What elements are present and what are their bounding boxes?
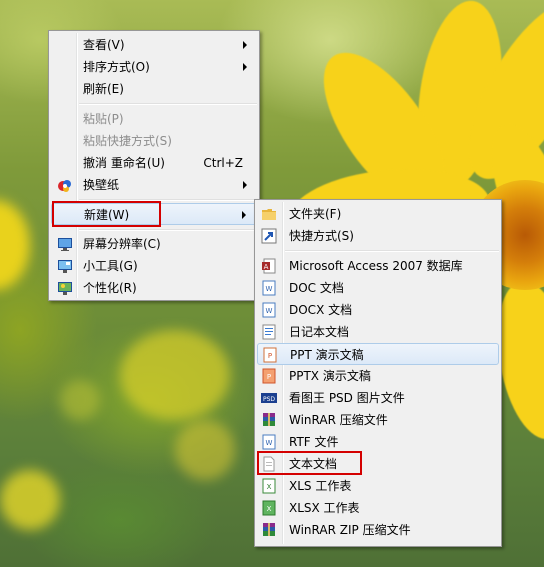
menu-item-shortcut: Ctrl+Z [203, 156, 243, 170]
menu-item-label: WinRAR ZIP 压缩文件 [289, 523, 411, 537]
menu-item-label: 粘贴(P) [83, 112, 124, 126]
submenu-arrow-icon [243, 181, 247, 189]
svg-text:W: W [266, 285, 273, 293]
menu-item-label: XLS 工作表 [289, 479, 352, 493]
personalize-icon [57, 280, 73, 296]
doc-icon: W [261, 280, 277, 296]
menu-item-paste-shortcut[interactable]: 粘贴快捷方式(S) [51, 130, 257, 152]
annotation-highlight-text-document [257, 451, 362, 475]
new-submenu: 文件夹(F) 快捷方式(S) A Microsoft Access 2007 数… [254, 199, 502, 547]
submenu-item-doc[interactable]: W DOC 文档 [257, 277, 499, 299]
menu-item-label: 文件夹(F) [289, 207, 342, 221]
submenu-item-folder[interactable]: 文件夹(F) [257, 203, 499, 225]
menu-item-label: 撤消 重命名(U) [83, 156, 165, 170]
menu-item-label: 个性化(R) [83, 281, 137, 295]
menu-item-label: 排序方式(O) [83, 60, 150, 74]
svg-text:W: W [266, 307, 273, 315]
submenu-item-winrar[interactable]: WinRAR 压缩文件 [257, 409, 499, 431]
access-db-icon: A [261, 258, 277, 274]
wallpaper-icon [57, 177, 73, 193]
folder-icon [261, 206, 277, 222]
gadgets-icon [57, 258, 73, 274]
menu-item-label: 日记本文档 [289, 325, 350, 339]
menu-item-label: PPTX 演示文稿 [289, 369, 371, 383]
menu-item-sort-by[interactable]: 排序方式(O) [51, 56, 257, 78]
psd-icon: PSD [261, 390, 277, 406]
submenu-item-pptx[interactable]: P PPTX 演示文稿 [257, 365, 499, 387]
submenu-item-psd[interactable]: PSD 看图王 PSD 图片文件 [257, 387, 499, 409]
xlsx-icon: X [261, 500, 277, 516]
menu-item-label: PPT 演示文稿 [290, 348, 364, 362]
submenu-arrow-icon [243, 41, 247, 49]
journal-icon [261, 324, 277, 340]
menu-item-label: 快捷方式(S) [289, 229, 354, 243]
submenu-item-xls[interactable]: X XLS 工作表 [257, 475, 499, 497]
svg-text:A: A [264, 263, 269, 271]
menu-item-label: 查看(V) [83, 38, 125, 52]
menu-separator [79, 229, 257, 231]
annotation-highlight-new [52, 201, 161, 227]
submenu-item-access-db[interactable]: A Microsoft Access 2007 数据库 [257, 255, 499, 277]
menu-item-label: XLSX 工作表 [289, 501, 360, 515]
svg-text:P: P [268, 352, 272, 360]
svg-text:X: X [267, 483, 272, 491]
menu-item-label: WinRAR 压缩文件 [289, 413, 388, 427]
xls-icon: X [261, 478, 277, 494]
menu-item-label: Microsoft Access 2007 数据库 [289, 259, 463, 273]
submenu-item-shortcut[interactable]: 快捷方式(S) [257, 225, 499, 247]
svg-text:PSD: PSD [263, 396, 275, 403]
display-icon [57, 236, 73, 252]
menu-item-refresh[interactable]: 刷新(E) [51, 78, 257, 100]
menu-item-label: RTF 文件 [289, 435, 339, 449]
submenu-item-xlsx[interactable]: X XLSX 工作表 [257, 497, 499, 519]
shortcut-icon [261, 228, 277, 244]
svg-text:W: W [266, 439, 273, 447]
submenu-arrow-icon [243, 63, 247, 71]
menu-item-view[interactable]: 查看(V) [51, 34, 257, 56]
winrar-zip-icon [261, 522, 277, 538]
menu-item-label: 屏幕分辨率(C) [83, 237, 161, 251]
pptx-icon: P [261, 368, 277, 384]
rtf-icon: W [261, 434, 277, 450]
menu-item-gadgets[interactable]: 小工具(G) [51, 255, 257, 277]
menu-item-label: DOC 文档 [289, 281, 344, 295]
menu-item-label: 换壁纸 [83, 178, 120, 192]
menu-item-screen-resolution[interactable]: 屏幕分辨率(C) [51, 233, 257, 255]
submenu-arrow-icon [242, 211, 246, 219]
menu-item-label: 刷新(E) [83, 82, 124, 96]
menu-item-change-wallpaper[interactable]: 换壁纸 [51, 174, 257, 196]
docx-icon: W [261, 302, 277, 318]
svg-text:X: X [267, 505, 272, 513]
menu-item-paste[interactable]: 粘贴(P) [51, 108, 257, 130]
submenu-item-rtf[interactable]: W RTF 文件 [257, 431, 499, 453]
menu-item-label: 粘贴快捷方式(S) [83, 134, 172, 148]
submenu-item-docx[interactable]: W DOCX 文档 [257, 299, 499, 321]
submenu-item-winrar-zip[interactable]: WinRAR ZIP 压缩文件 [257, 519, 499, 541]
submenu-item-journal[interactable]: 日记本文档 [257, 321, 499, 343]
menu-item-personalize[interactable]: 个性化(R) [51, 277, 257, 299]
ppt-icon: P [262, 347, 278, 363]
svg-text:P: P [267, 373, 271, 381]
winrar-icon [261, 412, 277, 428]
menu-item-label: 看图王 PSD 图片文件 [289, 391, 405, 405]
submenu-item-ppt[interactable]: P PPT 演示文稿 [257, 343, 499, 365]
menu-item-label: DOCX 文档 [289, 303, 353, 317]
menu-item-undo-rename[interactable]: 撤消 重命名(U) Ctrl+Z [51, 152, 257, 174]
menu-item-label: 小工具(G) [83, 259, 138, 273]
desktop-context-menu: 查看(V) 排序方式(O) 刷新(E) 粘贴(P) 粘贴快捷方式(S) 撤消 重… [48, 30, 260, 301]
menu-separator [285, 250, 499, 252]
menu-separator [79, 103, 257, 105]
